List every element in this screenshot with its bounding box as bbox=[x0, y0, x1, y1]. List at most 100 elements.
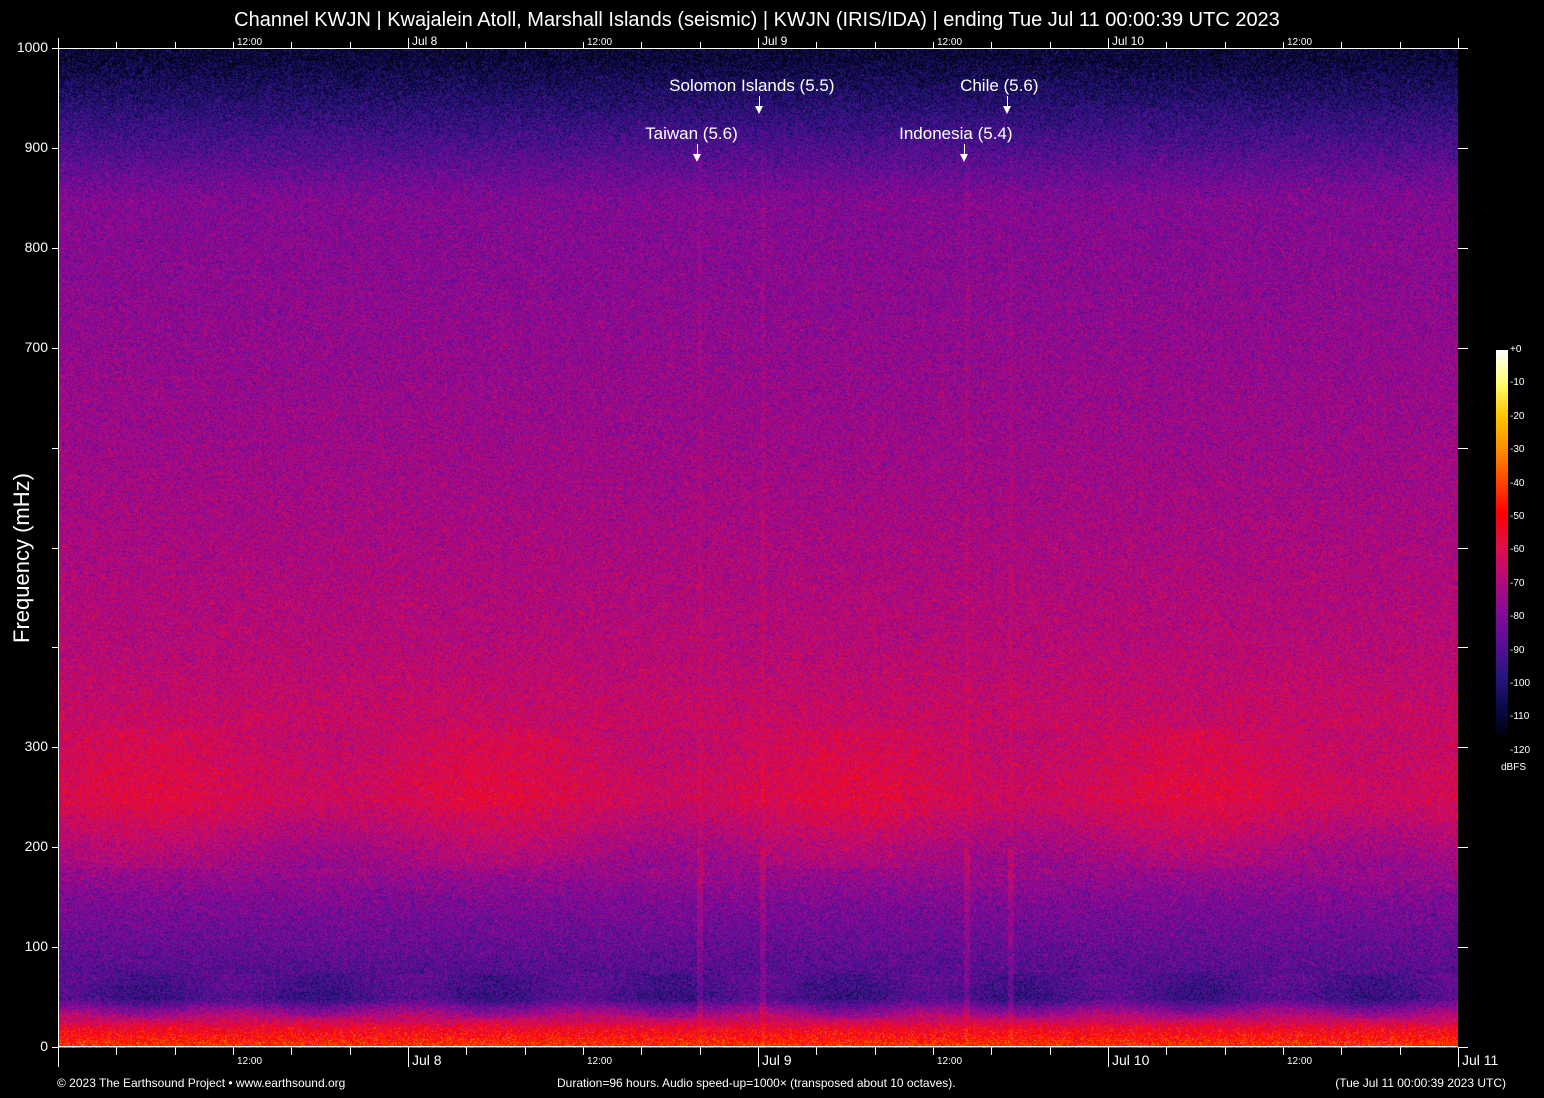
annotation-label: Chile (5.6) bbox=[960, 76, 1038, 96]
colorbar-tick-label: -30 bbox=[1510, 444, 1524, 455]
y-tick-right bbox=[1458, 248, 1468, 249]
x-tick-top bbox=[525, 42, 526, 48]
x-tick-bottom bbox=[583, 1047, 584, 1055]
y-tick-right bbox=[1458, 847, 1468, 848]
top-x-tick-label: Jul 8 bbox=[412, 34, 437, 48]
annotation-arrow-line bbox=[697, 144, 698, 154]
x-tick-bottom bbox=[1166, 1047, 1167, 1055]
x-tick-top bbox=[1108, 38, 1109, 48]
top-x-tick-label: Jul 10 bbox=[1112, 34, 1144, 48]
x-tick-top bbox=[700, 42, 701, 48]
y-tick-right bbox=[1458, 148, 1468, 149]
x-tick-bottom bbox=[700, 1047, 701, 1055]
top-x-tick-label: 12:00 bbox=[237, 37, 262, 48]
x-tick-top bbox=[233, 42, 234, 48]
y-tick-label: 0 bbox=[8, 1038, 48, 1054]
x-tick-top bbox=[641, 42, 642, 48]
x-tick-top bbox=[291, 42, 292, 48]
y-tick-right bbox=[1458, 48, 1468, 49]
y-tick-label: 1000 bbox=[8, 39, 48, 55]
colorbar-tick-label: -80 bbox=[1510, 611, 1524, 622]
annotation-arrow-line bbox=[1007, 96, 1008, 106]
colorbar-tick-label: -20 bbox=[1510, 411, 1524, 422]
x-tick-label: 12:00 bbox=[237, 1056, 262, 1067]
x-tick-label: 12:00 bbox=[937, 1056, 962, 1067]
y-axis-title: Frequency (mHz) bbox=[9, 458, 35, 658]
x-tick-bottom bbox=[816, 1047, 817, 1055]
y-tick-label: 900 bbox=[8, 139, 48, 155]
y-tick-left bbox=[52, 747, 58, 748]
x-tick-bottom bbox=[525, 1047, 526, 1055]
x-tick-bottom bbox=[408, 1047, 409, 1067]
x-tick-top bbox=[1458, 38, 1459, 48]
x-tick-label: Jul 8 bbox=[412, 1052, 442, 1068]
copyright: © 2023 The Earthsound Project • www.eart… bbox=[57, 1076, 345, 1090]
annotation-arrow-line bbox=[964, 144, 965, 154]
y-tick-label: 200 bbox=[8, 838, 48, 854]
y-tick-left bbox=[52, 148, 58, 149]
x-tick-top bbox=[1400, 42, 1401, 48]
x-tick-top bbox=[58, 38, 59, 48]
y-tick-left bbox=[52, 348, 58, 349]
top-x-tick-label: 12:00 bbox=[587, 37, 612, 48]
x-tick-top bbox=[408, 38, 409, 48]
x-tick-bottom bbox=[116, 1047, 117, 1055]
annotation-arrow-line bbox=[759, 96, 760, 106]
annotation-label: Taiwan (5.6) bbox=[645, 124, 738, 144]
y-tick-right bbox=[1458, 747, 1468, 748]
x-tick-top bbox=[583, 42, 584, 48]
x-tick-bottom bbox=[991, 1047, 992, 1055]
x-tick-top bbox=[175, 42, 176, 48]
colorbar-tick-label: -90 bbox=[1510, 645, 1524, 656]
x-tick-top bbox=[816, 42, 817, 48]
colorbar-tick-label: -50 bbox=[1510, 511, 1524, 522]
x-tick-label: Jul 11 bbox=[1462, 1052, 1498, 1068]
x-tick-bottom bbox=[1050, 1047, 1051, 1055]
colorbar-label: dBFS bbox=[1501, 762, 1526, 773]
x-tick-bottom bbox=[350, 1047, 351, 1055]
y-tick-label: 800 bbox=[8, 239, 48, 255]
colorbar-tick-label: -60 bbox=[1510, 544, 1524, 555]
x-tick-bottom bbox=[1341, 1047, 1342, 1055]
x-tick-label: Jul 9 bbox=[762, 1052, 792, 1068]
x-tick-top bbox=[1166, 42, 1167, 48]
y-tick-left bbox=[52, 847, 58, 848]
x-tick-top bbox=[1283, 42, 1284, 48]
x-tick-bottom bbox=[175, 1047, 176, 1055]
y-tick-right bbox=[1458, 947, 1468, 948]
duration-note: Duration=96 hours. Audio speed-up=1000× … bbox=[557, 1076, 956, 1090]
y-tick-left bbox=[52, 647, 58, 648]
annotation-arrowhead bbox=[755, 106, 763, 114]
y-tick-left bbox=[52, 448, 58, 449]
colorbar-tick-label: -120 bbox=[1510, 745, 1530, 756]
annotation-arrowhead bbox=[960, 154, 968, 162]
annotation-arrowhead bbox=[1003, 106, 1011, 114]
colorbar-tick-label: +0 bbox=[1510, 344, 1521, 355]
x-tick-bottom bbox=[58, 1047, 59, 1067]
y-tick-right bbox=[1458, 548, 1468, 549]
x-tick-label: 12:00 bbox=[587, 1056, 612, 1067]
y-tick-right bbox=[1458, 348, 1468, 349]
end-timestamp: (Tue Jul 11 00:00:39 2023 UTC) bbox=[1335, 1076, 1506, 1090]
chart-title: Channel KWJN | Kwajalein Atoll, Marshall… bbox=[0, 9, 1514, 32]
colorbar-tick-label: -110 bbox=[1510, 711, 1529, 722]
x-tick-bottom bbox=[641, 1047, 642, 1055]
colorbar-tick-label: -10 bbox=[1510, 377, 1524, 388]
colorbar bbox=[1496, 350, 1508, 740]
x-tick-top bbox=[933, 42, 934, 48]
x-tick-bottom bbox=[758, 1047, 759, 1067]
annotation-label: Solomon Islands (5.5) bbox=[669, 76, 834, 96]
colorbar-tick-label: -70 bbox=[1510, 578, 1524, 589]
x-tick-top bbox=[991, 42, 992, 48]
x-tick-top bbox=[1225, 42, 1226, 48]
y-tick-right bbox=[1458, 1047, 1468, 1048]
x-tick-top bbox=[875, 42, 876, 48]
colorbar-tick-label: -40 bbox=[1510, 478, 1524, 489]
annotation-arrowhead bbox=[693, 154, 701, 162]
y-tick-left bbox=[52, 947, 58, 948]
y-tick-label: 100 bbox=[8, 938, 48, 954]
top-x-tick-label: Jul 9 bbox=[762, 34, 787, 48]
x-tick-bottom bbox=[291, 1047, 292, 1055]
x-tick-bottom bbox=[875, 1047, 876, 1055]
spectrogram-heatmap bbox=[58, 48, 1458, 1048]
